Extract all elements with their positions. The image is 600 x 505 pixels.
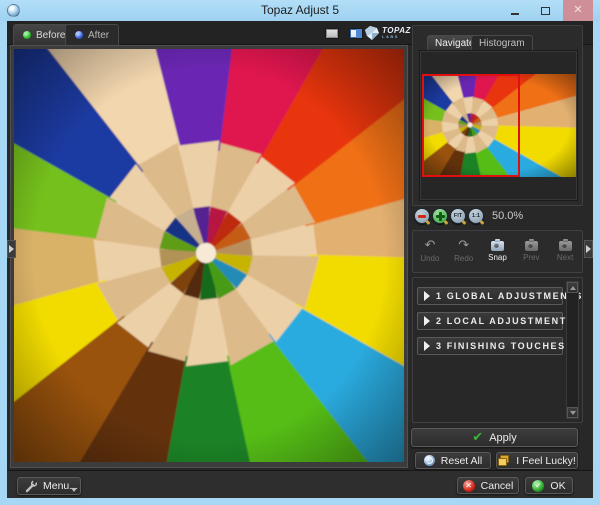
section-local-label: 2 LOCAL ADJUSTMENTS <box>436 316 574 326</box>
section-global-adjustments[interactable]: 1 GLOBAL ADJUSTMENTS <box>417 287 563 305</box>
ok-label: OK <box>550 480 565 492</box>
adjustments-panel: 1 GLOBAL ADJUSTMENTS 2 LOCAL ADJUSTMENTS… <box>412 277 583 423</box>
title-bar: Topaz Adjust 5 ✕ <box>0 0 600 21</box>
preview-frame <box>10 45 408 468</box>
reset-all-button[interactable]: Reset All <box>415 452 491 469</box>
reset-all-label: Reset All <box>441 455 482 467</box>
window-border <box>593 21 600 505</box>
i-feel-lucky-button[interactable]: I Feel Lucky! <box>496 452 578 469</box>
prev-label: Prev <box>523 253 539 262</box>
cancel-x-icon: ✕ <box>463 480 475 492</box>
snap-label: Snap <box>488 253 507 262</box>
cancel-button[interactable]: ✕ Cancel <box>457 477 519 494</box>
maximize-icon <box>541 7 550 15</box>
after-dot-icon <box>75 31 83 39</box>
apply-label: Apply <box>489 432 517 444</box>
zoom-out-button[interactable] <box>414 208 430 224</box>
zoom-controls: FIT 1:1 50.0% <box>412 207 583 227</box>
fit-label: FIT <box>454 213 462 219</box>
section-local-adjustments[interactable]: 2 LOCAL ADJUSTMENTS <box>417 312 563 330</box>
section-global-label: 1 GLOBAL ADJUSTMENTS <box>436 291 583 301</box>
ok-button[interactable]: ✓ OK <box>525 477 573 494</box>
image-preview[interactable] <box>14 49 404 462</box>
main-content: Before After TOPAZ LABS <box>7 21 593 498</box>
undo-button[interactable]: ↶ Undo <box>413 231 447 272</box>
camera-icon <box>491 241 504 251</box>
triangle-down-icon <box>570 411 576 415</box>
navigator-panel: Navigate Histogram <box>412 25 583 206</box>
tab-before-label: Before <box>36 30 65 41</box>
right-panel-collapse-handle[interactable] <box>584 240 593 258</box>
navigator-view-rectangle[interactable] <box>422 74 520 177</box>
minimize-icon <box>511 13 519 15</box>
undo-icon: ↶ <box>424 240 435 252</box>
navigator-view <box>419 50 578 201</box>
wrench-icon <box>24 480 37 493</box>
plus-icon <box>439 212 442 221</box>
zoom-in-button[interactable] <box>432 208 448 224</box>
minimize-button[interactable] <box>502 0 528 21</box>
tab-histogram[interactable]: Histogram <box>471 35 533 51</box>
expand-arrow-icon <box>424 291 430 301</box>
left-panel-collapse-handle[interactable] <box>7 240 16 258</box>
section-finishing-label: 3 FINISHING TOUCHES <box>436 341 566 351</box>
chevron-right-icon <box>9 245 14 253</box>
expand-arrow-icon <box>424 316 430 326</box>
reset-icon <box>424 455 435 466</box>
next-button[interactable]: Next <box>548 231 582 272</box>
window-border <box>0 498 600 505</box>
maximize-button[interactable] <box>532 0 558 21</box>
apply-button[interactable]: ✔ Apply <box>411 428 578 447</box>
tab-after-label: After <box>88 30 109 41</box>
triangle-up-icon <box>570 286 576 290</box>
close-button[interactable]: ✕ <box>563 0 593 21</box>
zoom-fit-button[interactable]: FIT <box>450 208 466 224</box>
next-label: Next <box>557 253 573 262</box>
ok-check-icon: ✓ <box>532 480 544 492</box>
cancel-label: Cancel <box>481 480 514 492</box>
topaz-logo: TOPAZ LABS <box>364 22 412 44</box>
app-window: Topaz Adjust 5 ✕ Before After <box>0 0 600 505</box>
scroll-up-button[interactable] <box>567 282 578 293</box>
minus-icon <box>418 215 426 218</box>
split-view-icon[interactable] <box>349 28 363 39</box>
dropdown-caret-icon <box>71 488 77 492</box>
gem-icon <box>364 25 380 41</box>
tab-histogram-label: Histogram <box>479 38 525 49</box>
menu-button[interactable]: Menu... <box>17 477 81 495</box>
chevron-right-icon <box>586 245 591 253</box>
undo-label: Undo <box>420 254 439 263</box>
section-finishing-touches[interactable]: 3 FINISHING TOUCHES <box>417 337 563 355</box>
history-panel: ↶ Undo ↷ Redo Snap Prev Next <box>412 230 583 273</box>
window-border <box>0 21 7 505</box>
zoom-actual-button[interactable]: 1:1 <box>468 208 484 224</box>
zoom-level-value: 50.0% <box>492 210 523 222</box>
adjustments-scrollbar[interactable] <box>566 281 579 419</box>
scroll-down-button[interactable] <box>567 407 578 418</box>
before-dot-icon <box>23 31 31 39</box>
redo-icon: ↷ <box>458 240 469 252</box>
tab-navigate-label: Navigate <box>435 38 474 49</box>
close-icon: ✕ <box>573 5 582 16</box>
camera-icon <box>559 241 572 251</box>
snap-button[interactable]: Snap <box>481 231 515 272</box>
tab-after[interactable]: After <box>65 24 119 45</box>
navigator-thumbnail[interactable] <box>422 74 576 177</box>
prev-button[interactable]: Prev <box>514 231 548 272</box>
logo-sub: LABS <box>382 35 411 39</box>
redo-button[interactable]: ↷ Redo <box>447 231 481 272</box>
checkmark-icon: ✔ <box>472 432 483 444</box>
i-feel-lucky-label: I Feel Lucky! <box>516 455 576 467</box>
lucky-cards-icon <box>498 455 510 466</box>
expand-arrow-icon <box>424 341 430 351</box>
single-view-icon[interactable] <box>325 28 339 39</box>
camera-icon <box>525 241 538 251</box>
redo-label: Redo <box>454 254 473 263</box>
actual-size-label: 1:1 <box>472 213 480 219</box>
